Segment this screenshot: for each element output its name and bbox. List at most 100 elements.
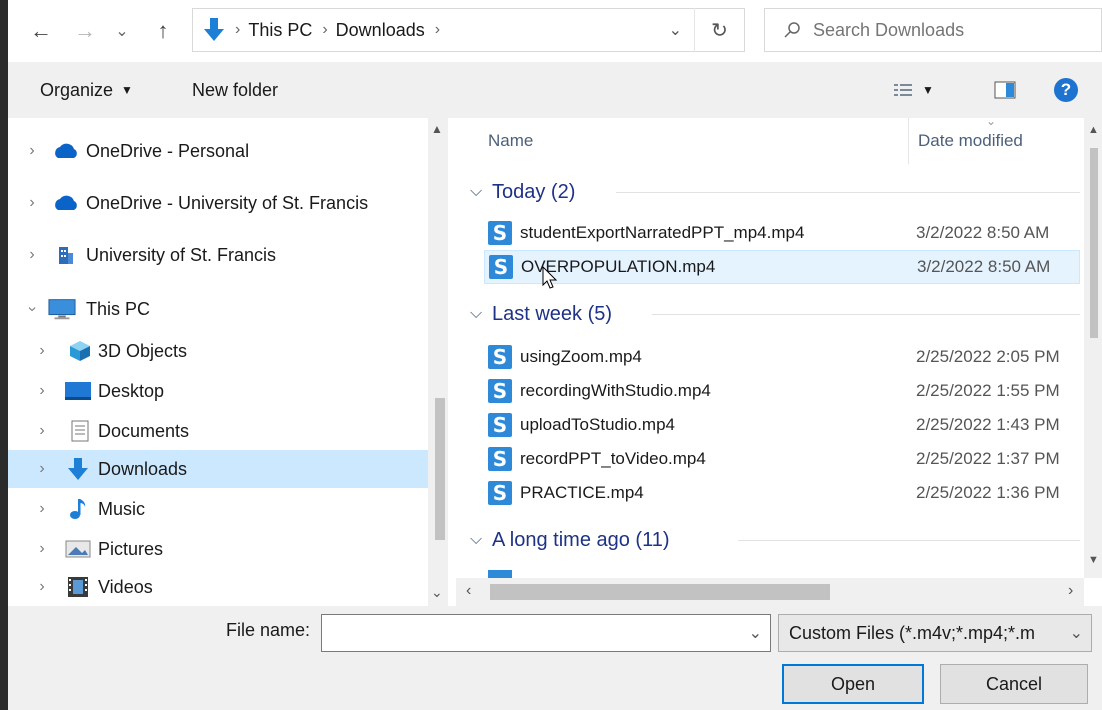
film-icon <box>64 575 92 599</box>
scroll-right-icon[interactable]: › <box>1068 582 1073 600</box>
stream-file-icon: S <box>488 413 512 437</box>
expand-chevron-icon[interactable]: › <box>24 194 40 212</box>
search-box[interactable] <box>764 8 1102 52</box>
file-name-dropdown-chevron-icon[interactable]: ⌄ <box>749 623 762 643</box>
nav-scrollbar-thumb[interactable] <box>435 398 445 540</box>
collapse-group-icon: ⌵ <box>470 305 483 322</box>
up-icon[interactable]: ↑ <box>146 14 180 48</box>
address-dropdown-chevron-icon[interactable]: ⌄ <box>669 20 682 40</box>
expand-chevron-icon[interactable]: › <box>34 578 50 596</box>
view-options-button[interactable]: ▼ <box>894 62 934 118</box>
file-list-scrollbar-thumb[interactable] <box>1090 148 1098 338</box>
stream-file-icon: S <box>488 481 512 505</box>
file-row[interactable]: S uploadToStudio.mp4 2/25/2022 1:43 PM <box>484 408 1080 442</box>
file-name-label: File name: <box>226 620 311 640</box>
scroll-down-icon[interactable]: ▼ <box>1088 554 1099 566</box>
breadcrumb-this-pc[interactable]: This PC <box>248 20 312 41</box>
forward-icon[interactable]: → <box>68 14 102 48</box>
sidebar-item-desktop[interactable]: › Desktop <box>8 372 428 410</box>
sidebar-item-music[interactable]: › Music <box>8 490 428 528</box>
stream-file-icon: S <box>488 447 512 471</box>
cancel-button[interactable]: Cancel <box>940 664 1088 704</box>
sidebar-item-onedrive-usf[interactable]: › OneDrive - University of St. Francis <box>8 184 428 222</box>
sidebar-item-this-pc[interactable]: › This PC <box>8 290 428 328</box>
collapse-chevron-icon[interactable]: › <box>23 301 41 317</box>
file-date: 3/2/2022 8:50 AM <box>917 257 1051 276</box>
sidebar-item-videos[interactable]: › Videos <box>8 568 428 606</box>
file-date: 2/25/2022 1:43 PM <box>916 415 1060 434</box>
organize-button[interactable]: Organize ▼ <box>40 62 133 118</box>
file-type-chevron-icon: ⌄ <box>1069 625 1083 642</box>
building-icon <box>52 243 80 267</box>
refresh-button[interactable]: ↻ <box>694 8 744 52</box>
file-type-select[interactable]: Custom Files (*.m4v;*.mp4;*.m ⌄ <box>778 614 1092 652</box>
expand-chevron-icon[interactable]: › <box>24 246 40 264</box>
scroll-up-icon[interactable]: ▲ <box>431 122 443 136</box>
sidebar-item-university[interactable]: › University of St. Francis <box>8 236 428 274</box>
navigation-pane: › OneDrive - Personal › OneDrive - Unive… <box>8 118 448 606</box>
expand-chevron-icon[interactable]: › <box>34 422 50 440</box>
expand-chevron-icon[interactable]: › <box>34 540 50 558</box>
address-bar[interactable]: › This PC › Downloads › ⌄ <box>192 8 745 52</box>
file-list: Name Date modified ⌄ ⌵ Today (2) S stude… <box>456 118 1102 606</box>
group-header-last-week[interactable]: ⌵ Last week (5) <box>456 296 1080 332</box>
expand-chevron-icon[interactable]: › <box>34 500 50 518</box>
sidebar-item-label: Pictures <box>98 538 164 559</box>
column-divider[interactable] <box>908 118 909 164</box>
stream-file-icon: S <box>488 345 512 369</box>
new-folder-button[interactable]: New folder <box>192 62 278 118</box>
sidebar-item-onedrive-personal[interactable]: › OneDrive - Personal <box>8 132 428 170</box>
address-row: ← → ⌄ ↑ › This PC › Downloads › ⌄ ↻ <box>8 0 1102 62</box>
stream-file-icon: S <box>489 255 513 279</box>
search-input[interactable] <box>813 19 1073 41</box>
file-row[interactable]: S recordingWithStudio.mp4 2/25/2022 1:55… <box>484 374 1080 408</box>
open-button[interactable]: Open <box>782 664 924 704</box>
file-row[interactable]: S recordPPT_toVideo.mp4 2/25/2022 1:37 P… <box>484 442 1080 476</box>
breadcrumb-downloads[interactable]: Downloads <box>336 20 425 41</box>
cloud-icon <box>52 191 80 215</box>
expand-chevron-icon[interactable]: › <box>34 382 50 400</box>
expand-chevron-icon[interactable]: › <box>34 342 50 360</box>
help-button[interactable]: ? <box>1054 62 1078 118</box>
file-name: usingZoom.mp4 <box>520 347 642 366</box>
sidebar-item-label: This PC <box>86 298 151 319</box>
horizontal-scrollbar-thumb[interactable] <box>490 584 830 600</box>
expand-chevron-icon[interactable]: › <box>24 142 40 160</box>
mouse-cursor-icon <box>542 265 558 295</box>
organize-label: Organize <box>40 79 114 100</box>
sidebar-item-downloads[interactable]: › Downloads <box>8 450 428 488</box>
sidebar-item-label: OneDrive - University of St. Francis <box>86 192 369 213</box>
file-row[interactable]: S usingZoom.mp4 2/25/2022 2:05 PM <box>484 340 1080 374</box>
computer-icon <box>48 297 76 321</box>
sidebar-item-label: Documents <box>98 420 190 441</box>
column-header-name[interactable]: Name <box>488 118 533 164</box>
scroll-left-icon[interactable]: ‹ <box>466 582 471 600</box>
expand-chevron-icon[interactable]: › <box>34 460 50 478</box>
file-date: 3/2/2022 8:50 AM <box>916 223 1050 242</box>
scroll-down-icon[interactable]: ⌄ <box>431 584 443 601</box>
preview-pane-button[interactable] <box>994 62 1016 118</box>
music-icon <box>64 497 92 521</box>
file-row[interactable]: S studentExportNarratedPPT_mp4.mp4 3/2/2… <box>484 216 1080 250</box>
back-icon[interactable]: ← <box>24 14 58 48</box>
breadcrumb-separator-icon: › <box>235 21 241 38</box>
sidebar-item-pictures[interactable]: › Pictures <box>8 530 428 568</box>
sidebar-item-3d-objects[interactable]: › 3D Objects <box>8 332 428 370</box>
caret-down-icon: ▼ <box>922 83 934 97</box>
file-name-input[interactable] <box>322 615 732 651</box>
column-header-date[interactable]: Date modified <box>918 118 1023 164</box>
sidebar-item-documents[interactable]: › Documents <box>8 412 428 450</box>
caret-down-icon: ▼ <box>121 83 133 97</box>
file-name: PRACTICE.mp4 <box>520 483 644 502</box>
file-name: recordingWithStudio.mp4 <box>520 381 711 400</box>
group-header-today[interactable]: ⌵ Today (2) <box>456 174 1080 210</box>
group-header-long-ago[interactable]: ⌵ A long time ago (11) <box>456 522 1080 558</box>
scroll-up-icon[interactable]: ▲ <box>1088 124 1099 136</box>
file-row-hovered[interactable]: S OVERPOPULATION.mp4 3/2/2022 8:50 AM <box>484 250 1080 284</box>
recent-locations-chevron-icon[interactable]: ⌄ <box>112 14 132 48</box>
cloud-icon <box>52 139 80 163</box>
file-row[interactable]: S PRACTICE.mp4 2/25/2022 1:36 PM <box>484 476 1080 510</box>
stream-file-icon: S <box>488 379 512 403</box>
window-edge <box>0 0 8 710</box>
file-name-field[interactable]: ⌄ <box>321 614 771 652</box>
